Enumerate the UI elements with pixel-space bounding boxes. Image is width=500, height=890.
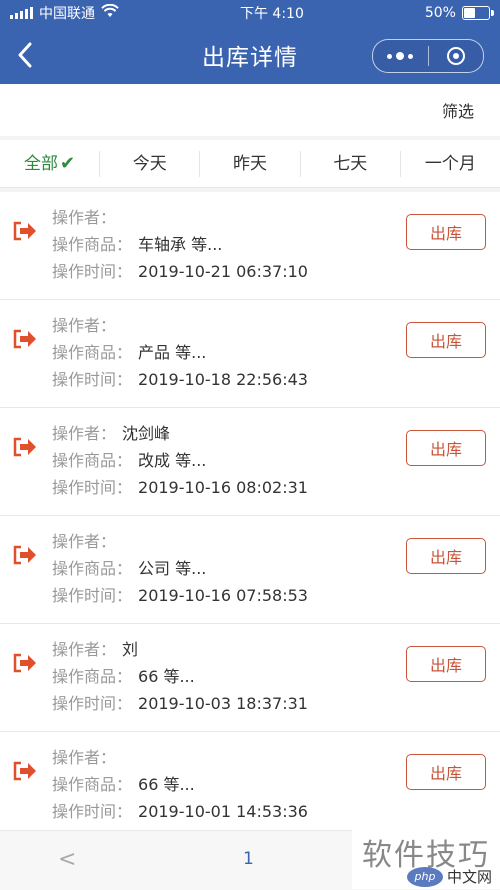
target-circle-icon bbox=[446, 47, 465, 65]
watermark: 软件技巧 php 中文网 bbox=[352, 828, 500, 889]
date-tabs: 全部 ✔ 今天 昨天 七天 一个月 bbox=[0, 140, 500, 188]
miniapp-capsule bbox=[372, 39, 484, 73]
operator-label: 操作者： bbox=[52, 424, 117, 443]
close-miniapp-button[interactable] bbox=[429, 40, 484, 72]
tab-today[interactable]: 今天 bbox=[100, 150, 201, 177]
outbound-button[interactable]: 出库 bbox=[406, 646, 486, 682]
record-details: 操作者： 沈剑峰 操作商品： 改成 等... 操作时间： 2019-10-16 08:… bbox=[52, 420, 308, 501]
tab-all[interactable]: 全部 ✔ bbox=[0, 150, 101, 177]
list-item[interactable]: 操作者： 操作商品： 66 等... 操作时间： 2019-10-01 14:53:… bbox=[0, 732, 500, 840]
time-label: 操作时间： bbox=[52, 694, 133, 713]
goods-value: 改成 等... bbox=[138, 451, 207, 470]
goods-value: 产品 等... bbox=[138, 343, 207, 362]
goods-label: 操作商品： bbox=[52, 235, 133, 254]
back-button[interactable] bbox=[10, 40, 40, 70]
record-details: 操作者： 操作商品： 车轴承 等... 操作时间： 2019-10-21 06:37… bbox=[52, 204, 308, 285]
goods-label: 操作商品： bbox=[52, 775, 133, 794]
battery-percent: 50% bbox=[424, 5, 456, 21]
clock: 下午 4:10 bbox=[239, 6, 304, 22]
list-item[interactable]: 操作者： 操作商品： 产品 等... 操作时间： 2019-10-18 22:56:… bbox=[0, 300, 500, 408]
tab-seven-days[interactable]: 七天 bbox=[301, 150, 401, 177]
time-value: 2019-10-21 06:37:10 bbox=[138, 262, 308, 281]
list-item[interactable]: 操作者： 沈剑峰 操作商品： 改成 等... 操作时间： 2019-10-16 08:… bbox=[0, 408, 500, 516]
time-value: 2019-10-03 18:37:31 bbox=[138, 694, 308, 713]
battery-icon bbox=[461, 6, 494, 20]
time-value: 2019-10-16 08:02:31 bbox=[138, 478, 308, 497]
status-bar: 中国联通 下午 4:10 50% bbox=[0, 0, 500, 26]
php-logo-icon: php bbox=[406, 866, 443, 887]
operator-label: 操作者： bbox=[52, 316, 117, 335]
record-details: 操作者： 操作商品： 公司 等... 操作时间： 2019-10-16 07:58:… bbox=[52, 528, 308, 609]
list-item[interactable]: 操作者： 操作商品： 车轴承 等... 操作时间： 2019-10-21 06:37… bbox=[0, 192, 500, 300]
goods-label: 操作商品： bbox=[52, 667, 133, 686]
check-icon: ✔ bbox=[60, 152, 76, 174]
tab-label: 七天 bbox=[333, 153, 368, 174]
chevron-left-icon bbox=[18, 42, 32, 68]
filter-button[interactable]: 筛选 bbox=[442, 98, 474, 122]
operator-value: 刘 bbox=[122, 640, 139, 659]
outbound-button[interactable]: 出库 bbox=[406, 322, 486, 358]
outbound-button[interactable]: 出库 bbox=[406, 754, 486, 790]
sign-out-icon bbox=[13, 653, 36, 673]
tab-label: 一个月 bbox=[424, 153, 476, 174]
goods-value: 66 等... bbox=[138, 667, 195, 686]
watermark-logo: php 中文网 bbox=[406, 866, 492, 887]
time-label: 操作时间： bbox=[52, 802, 133, 821]
time-label: 操作时间： bbox=[52, 478, 133, 497]
outbound-button[interactable]: 出库 bbox=[406, 538, 486, 574]
operator-label: 操作者： bbox=[52, 532, 117, 551]
prev-page-button[interactable]: < bbox=[58, 847, 76, 872]
list-item[interactable]: 操作者： 刘 操作商品： 66 等... 操作时间： 2019-10-03 18:37… bbox=[0, 624, 500, 732]
tab-label: 今天 bbox=[132, 153, 167, 174]
tab-label: 昨天 bbox=[233, 153, 267, 174]
time-label: 操作时间： bbox=[52, 262, 133, 281]
sign-out-icon bbox=[13, 329, 36, 349]
goods-value: 公司 等... bbox=[138, 559, 207, 578]
filter-bar: 筛选 bbox=[0, 84, 500, 136]
status-right: 50% bbox=[424, 5, 494, 21]
tab-yesterday[interactable]: 昨天 bbox=[200, 150, 301, 177]
more-dots-icon bbox=[387, 52, 414, 60]
sign-out-icon bbox=[13, 221, 36, 241]
watermark-site: 中文网 bbox=[446, 868, 492, 886]
wifi-icon bbox=[101, 3, 119, 22]
goods-value: 车轴承 等... bbox=[138, 235, 223, 254]
sign-out-icon bbox=[13, 437, 36, 457]
goods-value: 66 等... bbox=[138, 775, 195, 794]
signal-icon bbox=[10, 7, 33, 19]
operator-value: 沈剑峰 bbox=[122, 424, 171, 443]
tab-one-month[interactable]: 一个月 bbox=[401, 151, 500, 177]
time-label: 操作时间： bbox=[52, 586, 133, 605]
time-value: 2019-10-16 07:58:53 bbox=[138, 586, 308, 605]
list-item[interactable]: 操作者： 操作商品： 公司 等... 操作时间： 2019-10-16 07:58:… bbox=[0, 516, 500, 624]
more-button[interactable] bbox=[373, 40, 428, 72]
sign-out-icon bbox=[13, 545, 36, 565]
page-number[interactable]: 1 bbox=[243, 849, 254, 869]
record-details: 操作者： 操作商品： 66 等... 操作时间： 2019-10-01 14:53:… bbox=[52, 744, 308, 825]
operator-label: 操作者： bbox=[52, 208, 117, 227]
nav-bar: 出库详情 bbox=[0, 26, 500, 84]
outbound-button[interactable]: 出库 bbox=[406, 214, 486, 250]
outbound-button[interactable]: 出库 bbox=[406, 430, 486, 466]
carrier-label: 中国联通 bbox=[39, 6, 95, 22]
time-value: 2019-10-18 22:56:43 bbox=[138, 370, 308, 389]
operator-label: 操作者： bbox=[52, 748, 117, 767]
record-list: 操作者： 操作商品： 车轴承 等... 操作时间： 2019-10-21 06:37… bbox=[0, 192, 500, 840]
goods-label: 操作商品： bbox=[52, 343, 133, 362]
operator-label: 操作者： bbox=[52, 640, 117, 659]
record-details: 操作者： 刘 操作商品： 66 等... 操作时间： 2019-10-03 18:37… bbox=[52, 636, 308, 717]
time-value: 2019-10-01 14:53:36 bbox=[138, 802, 308, 821]
time-label: 操作时间： bbox=[52, 370, 133, 389]
record-details: 操作者： 操作商品： 产品 等... 操作时间： 2019-10-18 22:56:… bbox=[52, 312, 308, 393]
goods-label: 操作商品： bbox=[52, 559, 133, 578]
sign-out-icon bbox=[13, 761, 36, 781]
status-left: 中国联通 bbox=[10, 3, 119, 23]
goods-label: 操作商品： bbox=[52, 451, 133, 470]
tab-label: 全部 bbox=[24, 153, 59, 174]
